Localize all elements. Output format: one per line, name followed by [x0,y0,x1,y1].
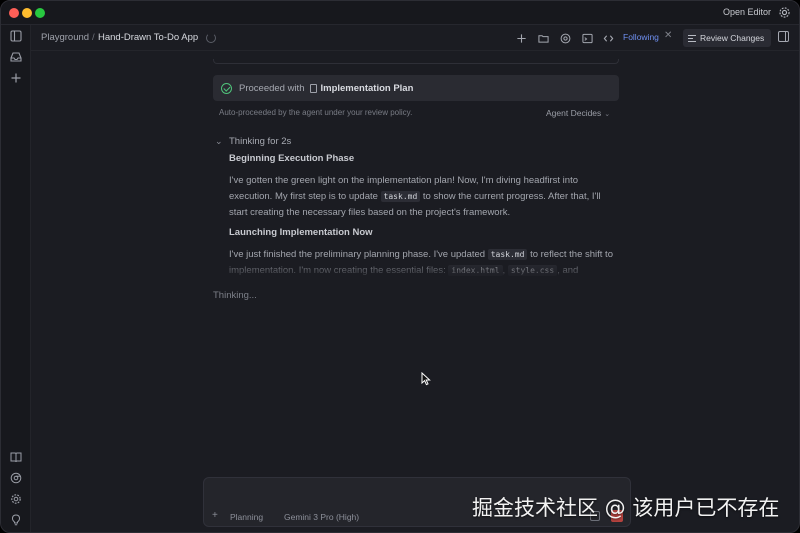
activity-bar [1,25,31,532]
loading-spinner-icon [206,33,216,43]
proceeded-label: Proceeded with [239,82,305,94]
mode-selector[interactable]: Planning [230,512,263,522]
breadcrumb-separator: / [92,32,95,43]
list-icon [688,34,696,42]
zoom-window-button[interactable] [35,8,45,18]
conversation-header: Playground / Hand-Drawn To-Do App Follow… [31,25,799,51]
chrome-icon[interactable] [9,471,23,485]
title-bar: Open Editor [1,1,799,25]
breadcrumb-current[interactable]: Hand-Drawn To-Do App [98,32,198,43]
thinking-content: Beginning Execution Phase I've gotten th… [229,153,619,281]
inbox-icon[interactable] [9,50,23,64]
sidebar-toggle-icon[interactable] [9,29,23,43]
model-selector[interactable]: Gemini 3 Pro (High) [284,512,359,522]
lightbulb-icon[interactable] [9,513,23,527]
add-context-button[interactable]: + [212,510,218,521]
settings-icon[interactable] [9,492,23,506]
globe-icon[interactable] [558,31,572,45]
inline-code: task.md [487,249,528,260]
following-toggle[interactable]: Following [623,32,659,42]
plus-icon[interactable] [514,31,528,45]
thinking-paragraph: I've just finished the preliminary plann… [229,247,619,279]
agent-decides-label: Agent Decides [546,108,602,118]
inline-code: task.md [380,191,421,202]
text-run: , [502,265,508,276]
review-changes-button[interactable]: Review Changes [683,29,772,47]
settings-gear-icon[interactable] [778,6,791,19]
plus-icon[interactable] [9,71,23,85]
agent-decides-dropdown[interactable]: Agent Decides ⌄ [546,108,610,118]
watermark: 掘金技术社区 @ 该用户已不存在 [472,496,780,520]
breadcrumb-root[interactable]: Playground [41,32,89,43]
book-icon[interactable] [9,450,23,464]
previous-message-edge [213,59,619,64]
text-run: I've just finished the preliminary plann… [229,249,488,260]
proceeded-card: Proceeded with Implementation Plan [213,75,619,101]
close-window-button[interactable] [9,8,19,18]
thinking-duration: Thinking for 2s [229,136,292,147]
chevron-down-icon: ⌄ [604,111,611,118]
app-window: Open Editor Playground / Hand-Drawn To-D… [0,0,800,533]
mouse-cursor-icon [421,372,431,386]
check-circle-icon [221,82,232,94]
document-icon [310,83,318,93]
thinking-toggle[interactable]: ⌄ Thinking for 2s [215,136,291,147]
inline-code: index.html [448,265,503,276]
thinking-status: Thinking... [213,290,257,301]
implementation-plan-link[interactable]: Implementation Plan [320,83,413,94]
review-changes-label: Review Changes [700,33,765,43]
thinking-heading: Launching Implementation Now [229,227,373,238]
thinking-heading: Beginning Execution Phase [229,153,355,164]
thinking-paragraph: I've gotten the green light on the imple… [229,173,619,221]
text-run: , and [557,265,579,276]
panel-toggle-icon[interactable] [778,31,789,42]
close-icon[interactable]: ✕ [664,30,672,41]
terminal-icon[interactable] [580,31,594,45]
code-icon[interactable] [601,31,615,45]
review-policy-note: Auto-proceeded by the agent under your r… [219,108,413,117]
open-editor-link[interactable]: Open Editor [723,7,771,17]
folder-icon[interactable] [536,31,550,45]
minimize-window-button[interactable] [22,8,32,18]
chevron-down-icon: ⌄ [215,136,223,146]
inline-code: style.css [507,265,558,276]
